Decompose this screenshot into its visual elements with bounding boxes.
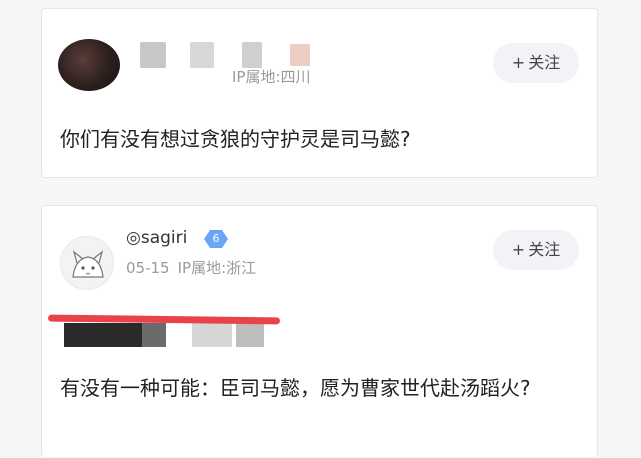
- post-meta: 05-15 IP属地:浙江: [126, 257, 256, 278]
- redacted-username: [242, 42, 262, 68]
- avatar[interactable]: [58, 39, 120, 91]
- redacted-content: [64, 323, 142, 347]
- ip-location: IP属地:浙江: [177, 259, 257, 277]
- plus-icon: +: [511, 240, 526, 259]
- post-card: ◎sagiri 6 05-15 IP属地:浙江 + 关注 有没有一种可能：臣司马懿，…: [41, 205, 598, 457]
- redacted-username: [190, 42, 214, 68]
- post-content: 有没有一种可能：臣司马懿，愿为曹家世代赴汤蹈火?: [60, 376, 531, 400]
- redacted-username: [290, 44, 310, 66]
- cat-sketch-icon: [72, 250, 104, 278]
- follow-label: 关注: [528, 240, 561, 259]
- follow-button[interactable]: + 关注: [493, 43, 579, 83]
- username[interactable]: ◎sagiri: [126, 228, 187, 248]
- post-card: IP属地:四川 + 关注 你们有没有想过贪狼的守护灵是司马懿?: [41, 8, 598, 178]
- plus-icon: +: [511, 53, 526, 72]
- post-meta: IP属地:四川: [232, 66, 311, 87]
- post-content: 你们有没有想过贪狼的守护灵是司马懿?: [60, 127, 411, 151]
- post-date: 05-15: [126, 259, 170, 277]
- redacted-content: [192, 323, 232, 347]
- level-badge: 6: [204, 230, 228, 248]
- redacted-content: [236, 323, 264, 347]
- redacted-content: [142, 323, 166, 347]
- avatar[interactable]: [60, 236, 114, 290]
- ip-location: IP属地:四川: [232, 68, 311, 86]
- follow-button[interactable]: + 关注: [493, 230, 579, 270]
- redacted-username: [140, 42, 166, 68]
- follow-label: 关注: [528, 53, 561, 72]
